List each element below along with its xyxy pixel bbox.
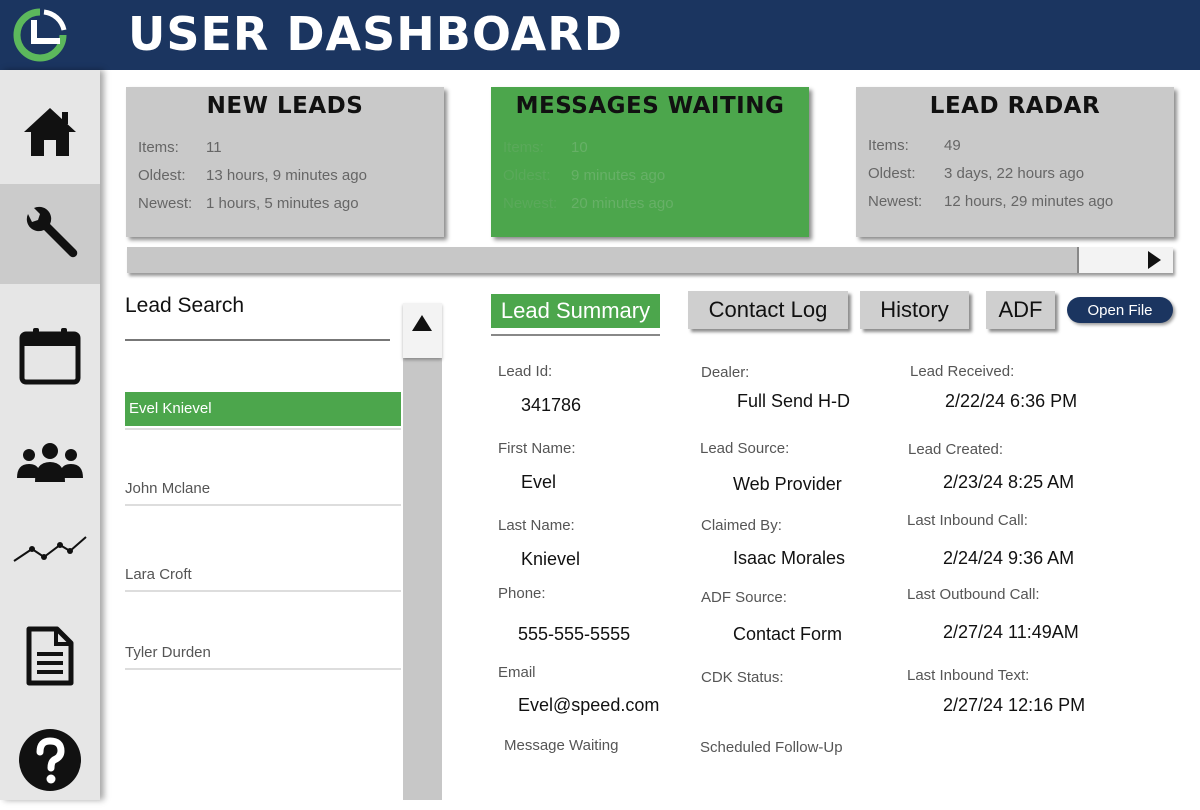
card-row-newest: Newest: 12 hours, 29 minutes ago [868,193,1114,210]
scheduled-follow-up-label: Scheduled Follow-Up [700,739,843,756]
last-inbound-call-label: Last Inbound Call: [907,512,1028,529]
claimed-by-value: Isaac Morales [733,548,846,568]
tab-adf[interactable]: ADF [986,291,1055,329]
adf-source-value: Contact Form [733,624,843,644]
lead-list-item[interactable]: Lara Croft [125,558,401,592]
lead-list-item[interactable]: John Mclane [125,472,401,506]
new-leads-card[interactable]: NEW LEADS Items: 11 Oldest: 13 hours, 9 mi… [126,87,444,237]
message-waiting-label: Message Waiting [504,737,619,754]
lead-list-item[interactable]: Evel Knievel [125,392,401,426]
card-title: LEAD RADAR [929,93,1101,119]
claimed-by-label: Claimed By: [701,517,782,534]
last-outbound-call-value: 2/27/24 11:49AM [943,622,1079,642]
dealer-value: Full Send H-D [737,391,851,411]
lead-id-value: 341786 [521,395,582,415]
app-title: USER DASHBOARD [128,7,623,61]
first-name-label: First Name: [498,440,576,457]
last-inbound-call-value: 2/24/24 9:36 AM [943,548,1075,568]
scroll-up-button[interactable] [403,303,442,358]
open-file-button[interactable]: Open File [1067,297,1173,323]
lead-received-label: Lead Received: [910,363,1015,380]
messages-waiting-card[interactable]: MESSAGES WAITING Items: 10 Oldest: 9 minut… [491,87,809,237]
cdk-status-label: CDK Status: [701,669,784,686]
lead-created-value: 2/23/24 8:25 AM [943,472,1075,492]
tab-history[interactable]: History [860,291,969,329]
tab-underline [491,334,660,336]
wrench-icon [26,206,78,258]
sidebar-item-tools[interactable] [0,184,100,284]
lead-id-label: Lead Id: [498,363,553,380]
users-icon [17,443,83,482]
lead-search-input[interactable] [125,339,390,341]
last-name-label: Last Name: [498,517,575,534]
sidebar [0,70,100,800]
line-chart-icon [13,536,87,562]
sidebar-item-documents[interactable] [0,606,100,706]
document-icon [26,626,74,686]
lead-source-label: Lead Source: [700,440,790,457]
clock-pie-logo-icon [13,8,67,62]
adf-source-label: ADF Source: [701,589,787,606]
email-label: Email [498,664,536,681]
last-name-value: Knievel [521,549,581,569]
card-title: NEW LEADS [206,93,364,119]
scroll-right-arrow-icon[interactable] [1148,251,1161,269]
lead-radar-card[interactable]: LEAD RADAR Items: 49 Oldest: 3 days, 22 ho… [856,87,1174,237]
lead-search-label: Lead Search [125,294,245,317]
sidebar-item-home[interactable] [0,82,100,182]
scroll-up-arrow-icon [412,315,432,331]
card-title: MESSAGES WAITING [515,93,785,119]
sidebar-item-calendar[interactable] [0,306,100,406]
last-inbound-text-value: 2/27/24 12:16 PM [943,695,1086,715]
horizontal-scrollbar[interactable] [127,247,1173,273]
list-divider [125,428,401,430]
card-row-newest: Newest: 20 minutes ago [503,195,674,212]
sidebar-item-users[interactable] [0,412,100,512]
lead-list-item[interactable]: Tyler Durden [125,636,401,670]
card-row-oldest: Oldest: 3 days, 22 hours ago [868,165,1085,182]
card-row-items: Items: 49 [868,137,961,154]
sidebar-item-analytics[interactable] [0,500,100,600]
lead-source-value: Web Provider [733,474,842,494]
tab-lead-summary[interactable]: Lead Summary [491,294,660,328]
calendar-icon [19,328,81,385]
card-row-items: Items: 11 [138,139,222,156]
top-bar: USER DASHBOARD [0,0,1200,70]
home-icon [24,108,76,156]
card-row-oldest: Oldest: 13 hours, 9 minutes ago [138,167,367,184]
first-name-value: Evel [521,472,557,492]
lead-created-label: Lead Created: [908,441,1004,458]
card-row-oldest: Oldest: 9 minutes ago [503,167,666,184]
sidebar-item-help[interactable] [0,710,100,810]
dealer-label: Dealer: [701,364,750,381]
card-row-items: Items: 10 [503,139,588,156]
lead-received-value: 2/22/24 6:36 PM [945,391,1078,411]
phone-label: Phone: [498,585,546,602]
lead-list-scrollbar[interactable] [403,303,442,800]
card-row-newest: Newest: 1 hours, 5 minutes ago [138,195,359,212]
last-outbound-call-label: Last Outbound Call: [907,586,1040,603]
phone-value: 555-555-5555 [518,624,631,644]
email-value: Evel@speed.com [518,695,660,715]
last-inbound-text-label: Last Inbound Text: [907,667,1030,684]
help-icon [19,729,81,791]
tab-contact-log[interactable]: Contact Log [688,291,848,329]
scrollbar-thumb[interactable] [127,247,1079,273]
